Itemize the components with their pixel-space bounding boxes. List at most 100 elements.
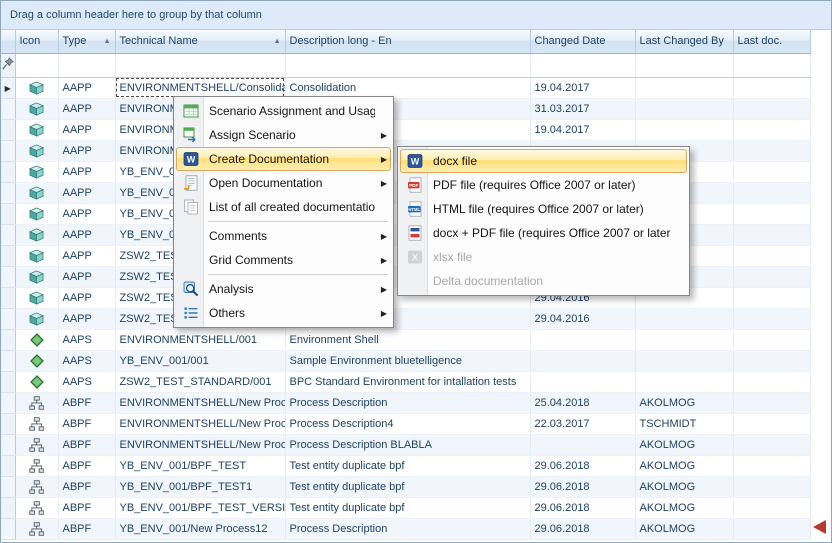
table-row[interactable]: AAPSZSW2_TEST_STANDARD/001BPC Standard E…: [1, 371, 810, 392]
menu-item-analysis[interactable]: Analysis▶: [176, 277, 391, 301]
menu-item-docx-file[interactable]: Wdocx file: [400, 149, 687, 173]
cell-last-changed-by[interactable]: [635, 350, 733, 371]
cell-type[interactable]: AAPP: [58, 224, 115, 245]
table-row[interactable]: ABPFENVIRONMENTSHELL/New Proc...Process …: [1, 392, 810, 413]
cell-type[interactable]: AAPP: [58, 161, 115, 182]
cell-type[interactable]: ABPF: [58, 518, 115, 539]
cell-technical-name[interactable]: ENVIRONMENTSHELL/New Proc...: [115, 392, 285, 413]
cell-last-doc[interactable]: [733, 203, 810, 224]
cell-last-doc[interactable]: [733, 308, 810, 329]
cell-last-doc[interactable]: [733, 371, 810, 392]
cell-technical-name[interactable]: ENVIRONMENTSHELL/Consolidati: [115, 77, 285, 98]
table-row[interactable]: AAPPENVIRONM19.04.2017: [1, 119, 810, 140]
cell-type[interactable]: AAPP: [58, 119, 115, 140]
filter-cell-last-doc[interactable]: [733, 53, 810, 77]
filter-cell-icon[interactable]: [15, 53, 58, 77]
cell-description[interactable]: Environment Shell: [285, 329, 530, 350]
cell-changed-date[interactable]: [530, 434, 635, 455]
cell-last-changed-by[interactable]: AKOLMOG: [635, 392, 733, 413]
cell-last-doc[interactable]: [733, 350, 810, 371]
menu-item-scenario-assignment-and-usage[interactable]: Scenario Assignment and Usage: [176, 99, 391, 123]
cell-description[interactable]: Sample Environment bluetelligence: [285, 350, 530, 371]
cell-technical-name[interactable]: ZSW2_TEST_STANDARD/001: [115, 371, 285, 392]
cell-last-doc[interactable]: [733, 455, 810, 476]
table-row[interactable]: ABPFENVIRONMENTSHELL/New Proc...Process …: [1, 413, 810, 434]
cell-last-changed-by[interactable]: AKOLMOG: [635, 455, 733, 476]
cell-last-changed-by[interactable]: [635, 77, 733, 98]
cell-description[interactable]: Process Description: [285, 392, 530, 413]
column-header-last-changed-by[interactable]: Last Changed By: [635, 30, 733, 53]
cell-description[interactable]: Process Description: [285, 518, 530, 539]
column-header-description-long-en[interactable]: Description long - En: [285, 30, 530, 53]
cell-changed-date[interactable]: 25.04.2018: [530, 392, 635, 413]
cell-type[interactable]: ABPF: [58, 434, 115, 455]
cell-type[interactable]: AAPP: [58, 287, 115, 308]
column-header-icon[interactable]: Icon: [15, 30, 58, 53]
cell-type[interactable]: AAPS: [58, 350, 115, 371]
column-header-technical-name[interactable]: Technical Name▲: [115, 30, 285, 53]
cell-type[interactable]: AAPS: [58, 371, 115, 392]
cell-last-doc[interactable]: [733, 161, 810, 182]
cell-type[interactable]: AAPP: [58, 245, 115, 266]
cell-last-doc[interactable]: [733, 224, 810, 245]
cell-description[interactable]: Test entity duplicate bpf: [285, 476, 530, 497]
column-header-last-doc[interactable]: Last doc.: [733, 30, 810, 53]
filter-cell-description-long-en[interactable]: [285, 53, 530, 77]
cell-technical-name[interactable]: ENVIRONMENTSHELL/001: [115, 329, 285, 350]
menu-item-grid-comments[interactable]: Grid Comments▶: [176, 248, 391, 272]
cell-changed-date[interactable]: 31.03.2017: [530, 98, 635, 119]
cell-technical-name[interactable]: ENVIRONMENTSHELL/New Proc...: [115, 413, 285, 434]
cell-last-doc[interactable]: [733, 266, 810, 287]
cell-description[interactable]: BPC Standard Environment for intallation…: [285, 371, 530, 392]
cell-type[interactable]: AAPP: [58, 203, 115, 224]
column-header-type[interactable]: Type▲: [58, 30, 115, 53]
cell-description[interactable]: Consolidation: [285, 77, 530, 98]
cell-last-doc[interactable]: [733, 140, 810, 161]
group-by-panel[interactable]: Drag a column header here to group by th…: [1, 1, 831, 30]
table-row[interactable]: ABPFYB_ENV_001/BPF_TESTTest entity dupli…: [1, 455, 810, 476]
cell-changed-date[interactable]: 29.06.2018: [530, 518, 635, 539]
cell-technical-name[interactable]: YB_ENV_001/New Process12: [115, 518, 285, 539]
column-header-changed-date[interactable]: Changed Date: [530, 30, 635, 53]
cell-last-doc[interactable]: [733, 119, 810, 140]
cell-description[interactable]: Process Description BLABLA: [285, 434, 530, 455]
cell-description[interactable]: Process Description4: [285, 413, 530, 434]
cell-last-doc[interactable]: [733, 98, 810, 119]
cell-last-doc[interactable]: [733, 287, 810, 308]
cell-technical-name[interactable]: ENVIRONMENTSHELL/New Proc...: [115, 434, 285, 455]
cell-type[interactable]: AAPP: [58, 266, 115, 287]
menu-item-list-of-all-created-documentations[interactable]: List of all created documentations: [176, 195, 391, 219]
filter-cell-technical-name[interactable]: [115, 53, 285, 77]
cell-last-changed-by[interactable]: TSCHMIDT: [635, 413, 733, 434]
cell-last-doc[interactable]: [733, 182, 810, 203]
cell-changed-date[interactable]: 29.06.2018: [530, 476, 635, 497]
menu-item-html-file-requires-office-2007-or-later[interactable]: HTMLHTML file (requires Office 2007 or l…: [400, 197, 687, 221]
cell-type[interactable]: ABPF: [58, 413, 115, 434]
table-row[interactable]: AAPPZSW2_TEST_STANDARD/RatesExchange Rat…: [1, 308, 810, 329]
cell-last-changed-by[interactable]: AKOLMOG: [635, 434, 733, 455]
cell-changed-date[interactable]: 19.04.2017: [530, 77, 635, 98]
cell-changed-date[interactable]: [530, 350, 635, 371]
cell-type[interactable]: ABPF: [58, 476, 115, 497]
filter-cell-changed-date[interactable]: [530, 53, 635, 77]
table-row[interactable]: ABPFENVIRONMENTSHELL/New Proc...Process …: [1, 434, 810, 455]
cell-last-changed-by[interactable]: [635, 119, 733, 140]
cell-last-doc[interactable]: [733, 392, 810, 413]
cell-last-doc[interactable]: [733, 329, 810, 350]
cell-type[interactable]: AAPP: [58, 98, 115, 119]
table-row[interactable]: ABPFYB_ENV_001/BPF_TEST1Test entity dupl…: [1, 476, 810, 497]
cell-last-changed-by[interactable]: AKOLMOG: [635, 476, 733, 497]
cell-changed-date[interactable]: 22.03.2017: [530, 413, 635, 434]
menu-item-pdf-file-requires-office-2007-or-later[interactable]: PDFPDF file (requires Office 2007 or lat…: [400, 173, 687, 197]
cell-last-changed-by[interactable]: [635, 329, 733, 350]
cell-last-doc[interactable]: [733, 77, 810, 98]
cell-type[interactable]: AAPP: [58, 308, 115, 329]
menu-item-comments[interactable]: Comments▶: [176, 224, 391, 248]
cell-last-doc[interactable]: [733, 413, 810, 434]
cell-last-doc[interactable]: [733, 434, 810, 455]
cell-type[interactable]: AAPP: [58, 182, 115, 203]
cell-changed-date[interactable]: 19.04.2017: [530, 119, 635, 140]
cell-type[interactable]: AAPP: [58, 77, 115, 98]
table-row[interactable]: ▶AAPPENVIRONMENTSHELL/ConsolidatiConsoli…: [1, 77, 810, 98]
cell-last-changed-by[interactable]: [635, 371, 733, 392]
